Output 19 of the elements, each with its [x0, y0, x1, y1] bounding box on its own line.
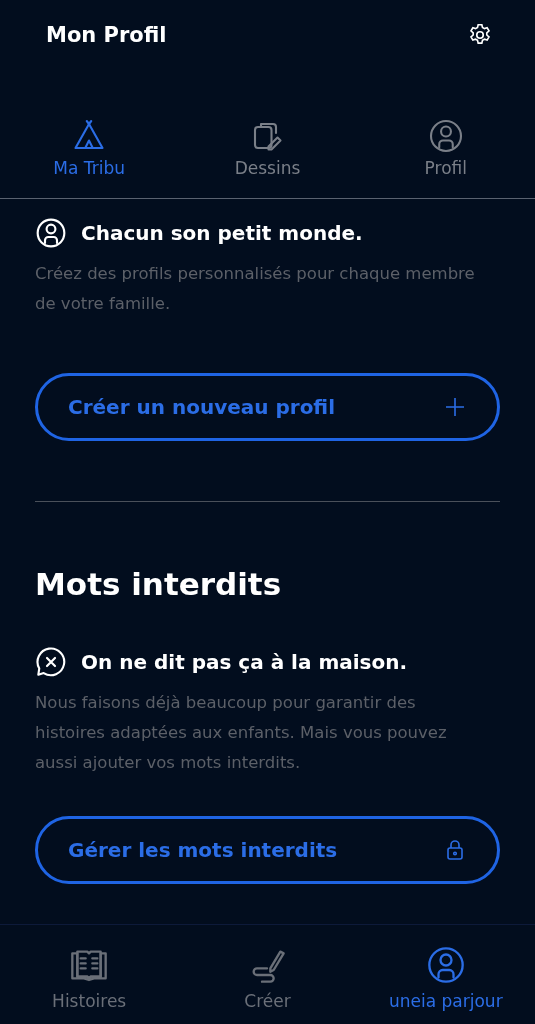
- section-heading: Chacun son petit monde.: [81, 221, 363, 245]
- section-description: Nous faisons déjà beaucoup pour garantir des histoires adaptées aux enfants. Mais vous pouvez aussi ajouter vos mots interdits.: [35, 692, 448, 774]
- nav-item[interactable]: Histoires: [0, 945, 179, 1024]
- section-title: Mots interdits: [35, 566, 283, 602]
- plus-icon: [443, 395, 467, 419]
- cross-bubble-icon: [35, 646, 67, 678]
- user-icon: [425, 945, 466, 985]
- user-icon: [35, 217, 67, 249]
- action-button[interactable]: Gérer les mots interdits: [35, 816, 500, 884]
- tab[interactable]: Profil: [356, 118, 535, 178]
- section-heading: On ne dit pas ça à la maison.: [81, 650, 408, 674]
- nav-item[interactable]: Créer: [178, 945, 357, 1024]
- user-icon: [427, 118, 464, 154]
- tab[interactable]: Dessins: [178, 118, 357, 178]
- page-title: Mon Profil: [46, 23, 167, 47]
- nav-item[interactable]: uneia parjour: [356, 945, 535, 1024]
- tab[interactable]: Ma Tribu: [0, 118, 179, 178]
- section-description: Créez des profils personnalisés pour chaque membre de votre famille.: [35, 263, 475, 315]
- action-button[interactable]: Créer un nouveau profil: [35, 373, 500, 441]
